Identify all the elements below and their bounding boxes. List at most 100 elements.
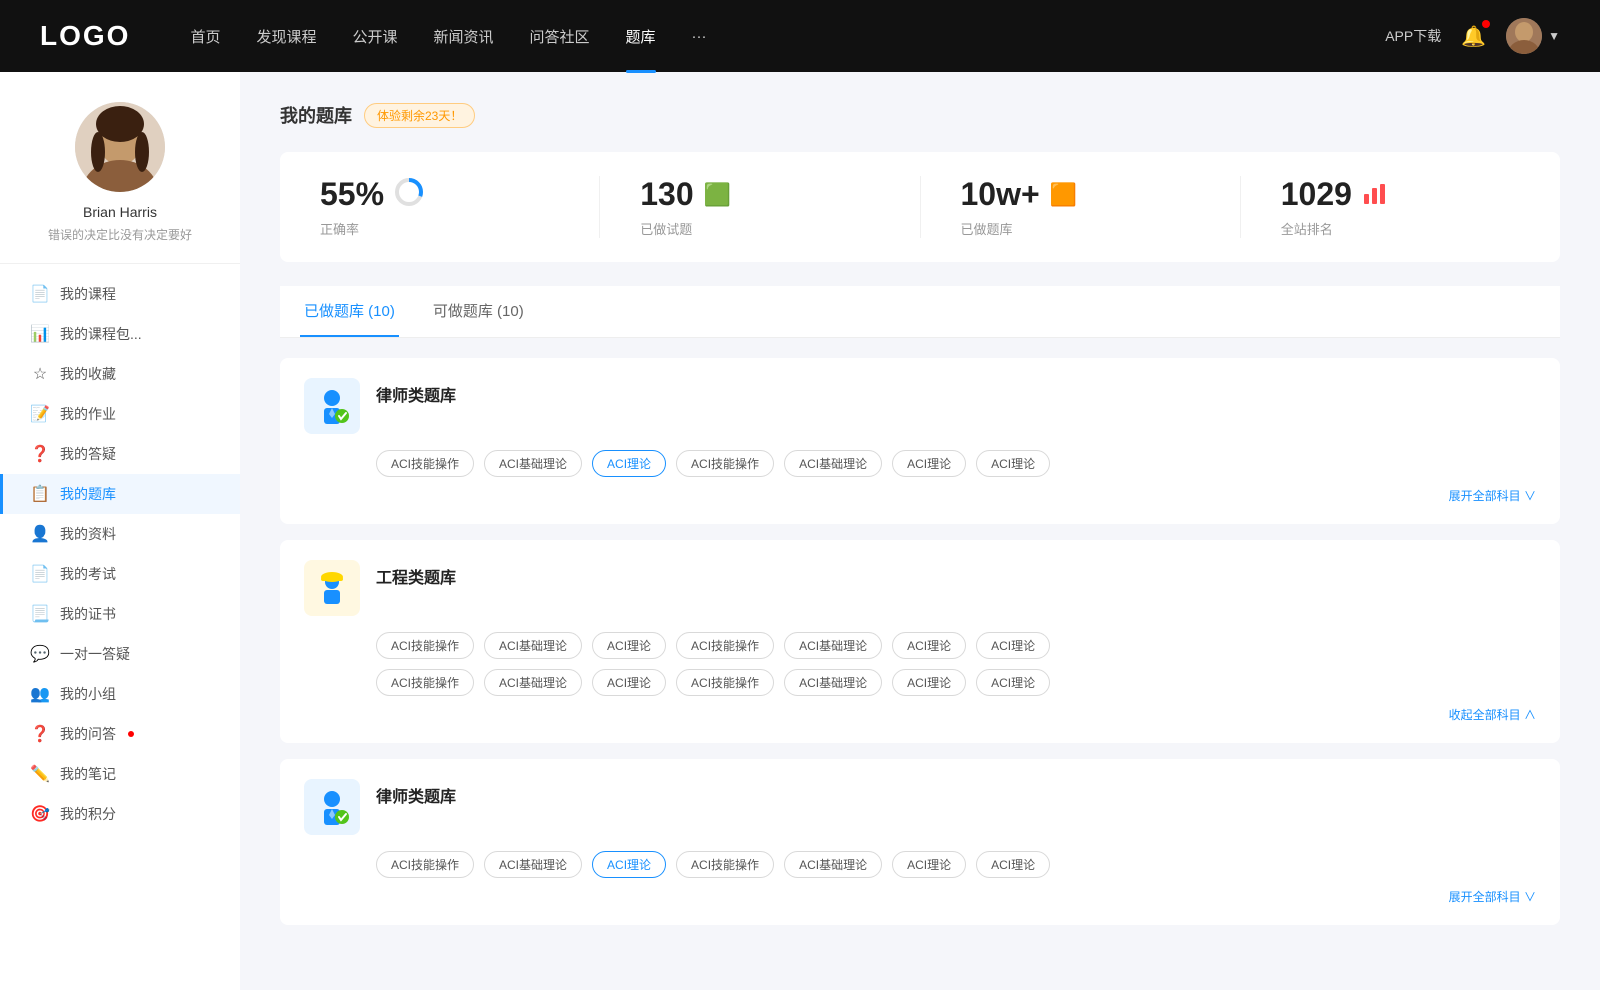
nav-news[interactable]: 新闻资讯: [434, 26, 494, 47]
course-icon: 📄: [30, 284, 50, 304]
stat-rank-top: 1029: [1281, 176, 1390, 213]
law2-tag-5[interactable]: ACI理论: [892, 851, 966, 878]
sidebar-item-group[interactable]: 👥 我的小组: [0, 674, 240, 714]
eng-tag-r1-3[interactable]: ACI技能操作: [676, 632, 774, 659]
stat-banks-top: 10w+ 🟧: [961, 176, 1078, 213]
notification-bell-icon[interactable]: 🔔: [1461, 24, 1486, 49]
rank-label: 全站排名: [1281, 219, 1333, 238]
law2-tag-1[interactable]: ACI基础理论: [484, 851, 582, 878]
sidebar-item-course[interactable]: 📄 我的课程: [0, 274, 240, 314]
eng-tag-r1-5[interactable]: ACI理论: [892, 632, 966, 659]
rank-chart-icon: [1362, 178, 1390, 211]
nav-home[interactable]: 首页: [190, 26, 220, 47]
stat-accuracy-top: 55%: [320, 176, 424, 213]
sidebar-item-profile[interactable]: 👤 我的资料: [0, 514, 240, 554]
collapse-link-2[interactable]: 收起全部科目 ∧: [304, 706, 1536, 723]
banks-label: 已做题库: [961, 219, 1013, 238]
user-motto: 错误的决定比没有决定要好: [48, 226, 192, 243]
stat-questions-top: 130 🟩: [640, 176, 731, 213]
user-avatar: [75, 102, 165, 192]
sidebar-item-course-pkg[interactable]: 📊 我的课程包...: [0, 314, 240, 354]
questions-value: 130: [640, 176, 693, 213]
eng-tag-r2-4[interactable]: ACI基础理论: [784, 669, 882, 696]
user-menu[interactable]: ▼: [1506, 18, 1560, 54]
bank-card-lawyer-1: 律师类题库 ACI技能操作 ACI基础理论 ACI理论 ACI技能操作 ACI基…: [280, 358, 1560, 524]
homework-icon: 📝: [30, 404, 50, 424]
tag-6[interactable]: ACI理论: [976, 450, 1050, 477]
tag-0[interactable]: ACI技能操作: [376, 450, 474, 477]
nav-discover[interactable]: 发现课程: [256, 26, 316, 47]
tag-2[interactable]: ACI理论: [592, 450, 666, 477]
sidebar-item-certificate[interactable]: 📃 我的证书: [0, 594, 240, 634]
expand-link-3[interactable]: 展开全部科目 ∨: [304, 888, 1536, 905]
qa-dot-badge: [128, 731, 134, 737]
engineer-bank-icon: [304, 560, 360, 616]
eng-tag-r2-1[interactable]: ACI基础理论: [484, 669, 582, 696]
stat-accuracy: 55% 正确率: [280, 176, 600, 238]
law2-tag-0[interactable]: ACI技能操作: [376, 851, 474, 878]
bank-tags-lawyer-2: ACI技能操作 ACI基础理论 ACI理论 ACI技能操作 ACI基础理论 AC…: [376, 851, 1536, 878]
accuracy-value: 55%: [320, 176, 384, 213]
law2-tag-2[interactable]: ACI理论: [592, 851, 666, 878]
eng-tag-r1-6[interactable]: ACI理论: [976, 632, 1050, 659]
nav-right-area: APP下载 🔔 ▼: [1385, 18, 1560, 54]
sidebar-item-quiz-bank[interactable]: 📋 我的题库: [0, 474, 240, 514]
sidebar-item-homework[interactable]: 📝 我的作业: [0, 394, 240, 434]
eng-tag-r2-3[interactable]: ACI技能操作: [676, 669, 774, 696]
eng-tag-r2-2[interactable]: ACI理论: [592, 669, 666, 696]
sidebar-item-one-on-one[interactable]: 💬 一对一答疑: [0, 634, 240, 674]
tag-4[interactable]: ACI基础理论: [784, 450, 882, 477]
nav-more[interactable]: ···: [692, 28, 707, 45]
eng-tag-r1-2[interactable]: ACI理论: [592, 632, 666, 659]
tag-3[interactable]: ACI技能操作: [676, 450, 774, 477]
bank-title-engineer: 工程类题库: [376, 560, 456, 588]
law2-tag-3[interactable]: ACI技能操作: [676, 851, 774, 878]
bank-card-header-3: 律师类题库: [304, 779, 1536, 835]
nav-qa[interactable]: 问答社区: [530, 26, 590, 47]
sidebar-item-favorites[interactable]: ☆ 我的收藏: [0, 354, 240, 394]
my-qa-icon: ❓: [30, 724, 50, 744]
banks-value: 10w+: [961, 176, 1040, 213]
certificate-icon: 📃: [30, 604, 50, 624]
law2-tag-6[interactable]: ACI理论: [976, 851, 1050, 878]
sidebar-item-notes[interactable]: ✏️ 我的笔记: [0, 754, 240, 794]
sidebar-item-exam[interactable]: 📄 我的考试: [0, 554, 240, 594]
bank-title-lawyer-1: 律师类题库: [376, 378, 456, 406]
law2-tag-4[interactable]: ACI基础理论: [784, 851, 882, 878]
exam-icon: 📄: [30, 564, 50, 584]
eng-tag-r1-1[interactable]: ACI基础理论: [484, 632, 582, 659]
app-download[interactable]: APP下载: [1385, 26, 1441, 46]
eng-tag-r2-6[interactable]: ACI理论: [976, 669, 1050, 696]
tabs-row: 已做题库 (10) 可做题库 (10): [280, 286, 1560, 338]
eng-tag-r1-0[interactable]: ACI技能操作: [376, 632, 474, 659]
sidebar-item-qa[interactable]: ❓ 我的答疑: [0, 434, 240, 474]
sidebar-item-my-qa[interactable]: ❓ 我的问答: [0, 714, 240, 754]
stats-row: 55% 正确率 130 🟩 已做试题: [280, 152, 1560, 262]
eng-tag-r2-0[interactable]: ACI技能操作: [376, 669, 474, 696]
avatar: [1506, 18, 1542, 54]
tag-5[interactable]: ACI理论: [892, 450, 966, 477]
doc-icon: 🟩: [704, 182, 731, 208]
bank-card-engineer: 工程类题库 ACI技能操作 ACI基础理论 ACI理论 ACI技能操作 ACI基…: [280, 540, 1560, 743]
quiz-bank-icon: 📋: [30, 484, 50, 504]
sidebar: Brian Harris 错误的决定比没有决定要好 📄 我的课程 📊 我的课程包…: [0, 72, 240, 990]
eng-tag-r2-5[interactable]: ACI理论: [892, 669, 966, 696]
bank-tags-engineer-row1: ACI技能操作 ACI基础理论 ACI理论 ACI技能操作 ACI基础理论 AC…: [376, 632, 1536, 659]
lawyer-bank-icon-1: [304, 378, 360, 434]
page-header: 我的题库 体验剩余23天！: [280, 102, 1560, 128]
profile-icon: 👤: [30, 524, 50, 544]
nav-open-course[interactable]: 公开课: [352, 26, 397, 47]
pie-chart-icon: [394, 177, 424, 212]
expand-link-1[interactable]: 展开全部科目 ∨: [304, 487, 1536, 504]
list-icon: 🟧: [1050, 182, 1077, 208]
accuracy-label: 正确率: [320, 219, 359, 238]
favorites-icon: ☆: [30, 364, 50, 384]
eng-tag-r1-4[interactable]: ACI基础理论: [784, 632, 882, 659]
tag-1[interactable]: ACI基础理论: [484, 450, 582, 477]
tab-available[interactable]: 可做题库 (10): [429, 286, 528, 337]
tab-done[interactable]: 已做题库 (10): [300, 286, 399, 337]
profile-area: Brian Harris 错误的决定比没有决定要好: [0, 102, 240, 264]
sidebar-item-points[interactable]: 🎯 我的积分: [0, 794, 240, 834]
logo: LOGO: [40, 20, 130, 52]
nav-quiz[interactable]: 题库: [626, 26, 656, 47]
